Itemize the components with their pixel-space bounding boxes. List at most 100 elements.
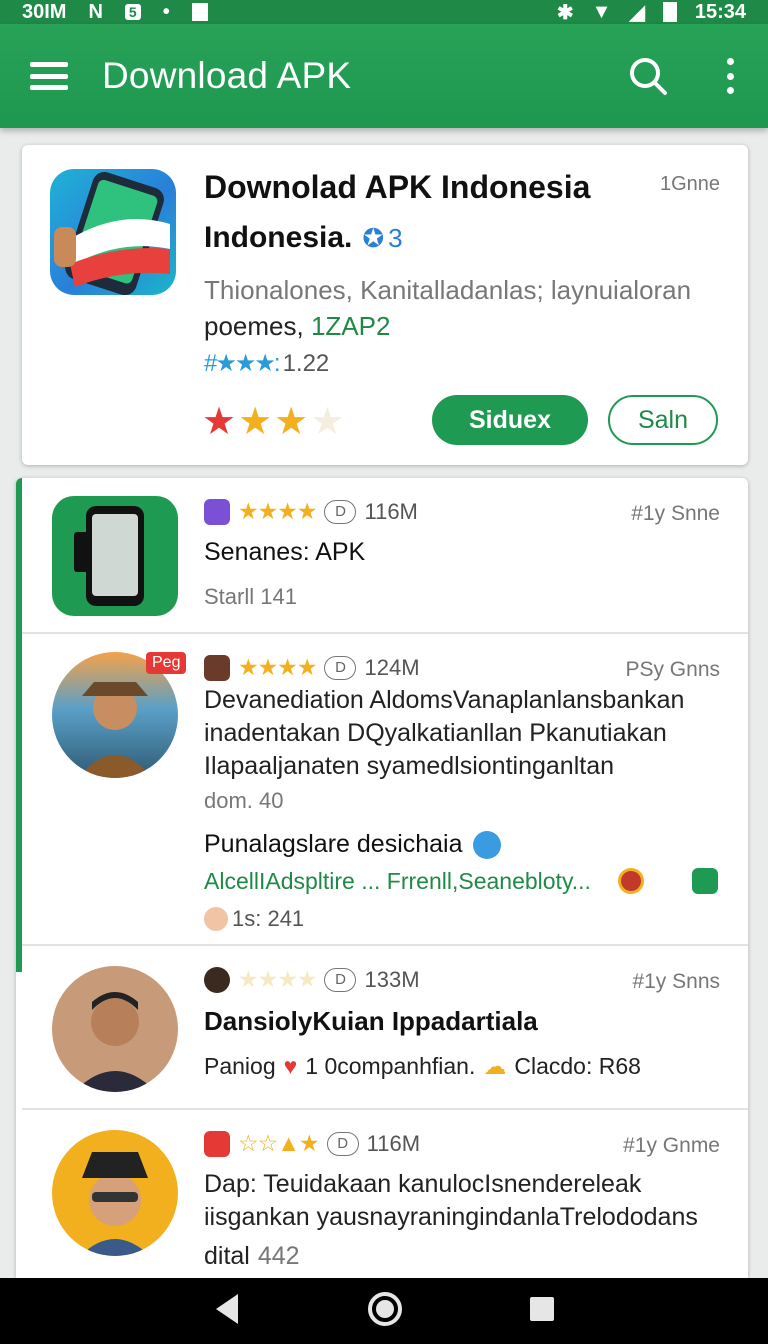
hamburger-icon[interactable] bbox=[30, 62, 68, 90]
description-line: iisgankan yausnayraningindanlaTrelododan… bbox=[204, 1203, 698, 1231]
category-prefix: poemes, bbox=[204, 311, 311, 341]
description-line: Devanediation AldomsVanaplanlansbankan bbox=[204, 686, 685, 714]
star-icon: ★ bbox=[274, 401, 311, 443]
cloud-icon: ☁ bbox=[483, 1053, 507, 1079]
app-icon-phone bbox=[52, 496, 178, 616]
category-icon bbox=[204, 654, 230, 681]
featured-app-icon bbox=[50, 169, 176, 295]
star-icon: ★ bbox=[238, 401, 275, 443]
item-size: 124M bbox=[364, 654, 420, 680]
status-n-icon: N bbox=[88, 0, 103, 23]
primary-action-button[interactable]: Siduex bbox=[432, 395, 588, 445]
status-carrier: 30IM bbox=[22, 0, 67, 23]
list-item[interactable]: ★★★★ D 116M #1y Snne Senanes: APK Starll… bbox=[22, 478, 748, 634]
featured-category: poemes, 1ZAP2 bbox=[204, 311, 390, 342]
category-code: 1ZAP2 bbox=[310, 311, 391, 341]
emoji-icon bbox=[204, 907, 228, 931]
featured-app-card[interactable]: Downolad APK Indonesia Indonesia. ✪ 3 1G… bbox=[22, 145, 748, 465]
featured-subtitle-text: Indonesia. bbox=[204, 221, 353, 254]
featured-star-rating: ★★★★ bbox=[202, 399, 346, 444]
heart-icon: ♥ bbox=[283, 1053, 298, 1079]
description-line: Dap: Teuidakaan kanulocIsnendereleak bbox=[204, 1170, 642, 1198]
item-size: 116M bbox=[366, 1130, 421, 1156]
download-badge: D bbox=[324, 967, 357, 992]
more-vert-icon[interactable] bbox=[722, 58, 738, 94]
item-link[interactable]: AlcellIAdspltire ... Frrenll,Seanebloty.… bbox=[204, 868, 624, 895]
featured-subtitle: Indonesia. ✪ 3 bbox=[204, 221, 403, 255]
sub-value: 442 bbox=[257, 1242, 300, 1270]
app-list: ★★★★ D 116M #1y Snne Senanes: APK Starll… bbox=[16, 478, 748, 1278]
status-dot: • bbox=[162, 0, 170, 23]
featured-rating: #★★★: 1.22 bbox=[204, 349, 329, 378]
home-icon[interactable] bbox=[367, 1291, 403, 1332]
featured-title: Downolad APK Indonesia bbox=[204, 169, 591, 205]
notification-icon: 5 bbox=[124, 4, 141, 20]
sub-prefix: dital bbox=[204, 1242, 250, 1270]
item-count: 1s: 241 bbox=[204, 906, 304, 932]
category-icon bbox=[204, 1130, 230, 1157]
status-time: 15:34 bbox=[694, 0, 746, 23]
item-stars: ★★★★ bbox=[238, 966, 317, 992]
description-line: inadentakan DQyalkatianllan Pkanutiakan bbox=[204, 719, 667, 747]
bluetooth-icon: ✱ bbox=[556, 1, 574, 24]
featured-description: Thionalones, Kanitalladanlas; laynuialor… bbox=[204, 275, 692, 305]
list-item[interactable]: ★★★★ D 133M #1y Snns DansiolyKuian Ippad… bbox=[22, 946, 748, 1110]
verified-icon bbox=[472, 830, 501, 859]
recents-icon[interactable] bbox=[528, 1295, 556, 1328]
sub-suffix: Clacdo: R68 bbox=[514, 1053, 641, 1079]
item-tag: #1y Snns bbox=[632, 970, 720, 993]
rank-badge: ✪ 3 bbox=[362, 223, 402, 254]
list-item[interactable]: Peg ★★★★ D 124M PSy Gnns Devanediation A… bbox=[22, 634, 748, 946]
corner-badge: Peg bbox=[146, 652, 187, 674]
avatar bbox=[52, 966, 178, 1092]
item-meta: ★★★★ D 124M bbox=[204, 654, 420, 681]
item-size: 116M bbox=[364, 498, 418, 524]
app-bar: Download APK bbox=[0, 24, 768, 128]
avatar bbox=[52, 1130, 178, 1256]
download-badge: D bbox=[324, 655, 357, 680]
item-subtitle: Starll 141 bbox=[204, 584, 297, 609]
item-stars: ★★★★ bbox=[238, 654, 317, 680]
rating-value: 1.22 bbox=[282, 349, 330, 377]
download-badge: D bbox=[326, 1131, 359, 1156]
item-meta: ☆☆▲★ D 116M bbox=[204, 1130, 420, 1157]
item-title: DansiolyKuian Ippadartiala bbox=[204, 1006, 538, 1036]
item-subtitle: dital 442 bbox=[204, 1240, 724, 1273]
item-size: 133M bbox=[364, 966, 420, 992]
headline-text: Punalagslare desichaia bbox=[204, 830, 463, 858]
item-title: Senanes: APK bbox=[204, 538, 366, 566]
rating-stars-small: #★★★: bbox=[204, 350, 281, 377]
back-icon[interactable] bbox=[212, 1292, 242, 1331]
search-icon[interactable] bbox=[628, 56, 668, 96]
item-description: Dap: Teuidakaan kanulocIsnendereleak iis… bbox=[204, 1168, 734, 1234]
item-tag: #1y Snne bbox=[631, 502, 720, 525]
item-stars: ★★★★ bbox=[238, 498, 317, 524]
list-item[interactable]: ☆☆▲★ D 116M #1y Gnme Dap: Teuidakaan kan… bbox=[22, 1110, 748, 1278]
item-description: Devanediation AldomsVanaplanlansbankan i… bbox=[204, 684, 724, 783]
count-text: 1s: 241 bbox=[232, 906, 305, 931]
category-icon bbox=[204, 498, 230, 525]
person-icon[interactable] bbox=[692, 868, 718, 894]
star-icon: ★ bbox=[202, 401, 239, 443]
battery-icon bbox=[662, 2, 677, 22]
item-subtitle: dom. 40 bbox=[204, 788, 284, 813]
page-title: Download APK bbox=[102, 55, 352, 96]
item-stars: ☆☆▲★ bbox=[238, 1130, 320, 1156]
item-meta: ★★★★ D 116M bbox=[204, 498, 418, 525]
item-headline: Punalagslare desichaia bbox=[204, 830, 501, 859]
item-subtitle: Paniog ♥ 1 0companhfian. ☁ Clacdo: R68 bbox=[204, 1050, 744, 1083]
status-bar: 30IM N 5 • ✱ ▼ ◢ 15:34 bbox=[0, 0, 768, 24]
secondary-action-button[interactable]: Saln bbox=[608, 395, 718, 445]
download-icon bbox=[191, 3, 208, 21]
item-tag: #1y Gnme bbox=[623, 1134, 720, 1157]
featured-size: 1Gnne bbox=[660, 173, 721, 195]
description-line: Ilapaaljanaten syamedlsiontinganltan bbox=[204, 752, 615, 780]
star-empty-icon: ★ bbox=[310, 401, 347, 443]
wifi-icon: ▼ bbox=[591, 0, 612, 23]
download-badge: D bbox=[324, 499, 357, 524]
category-icon bbox=[204, 966, 230, 993]
item-tag: PSy Gnns bbox=[625, 658, 720, 681]
sub-mid: 1 0companhfian. bbox=[305, 1053, 476, 1079]
sub-prefix: Paniog bbox=[204, 1053, 276, 1079]
trophy-icon: ✪ bbox=[362, 222, 385, 253]
